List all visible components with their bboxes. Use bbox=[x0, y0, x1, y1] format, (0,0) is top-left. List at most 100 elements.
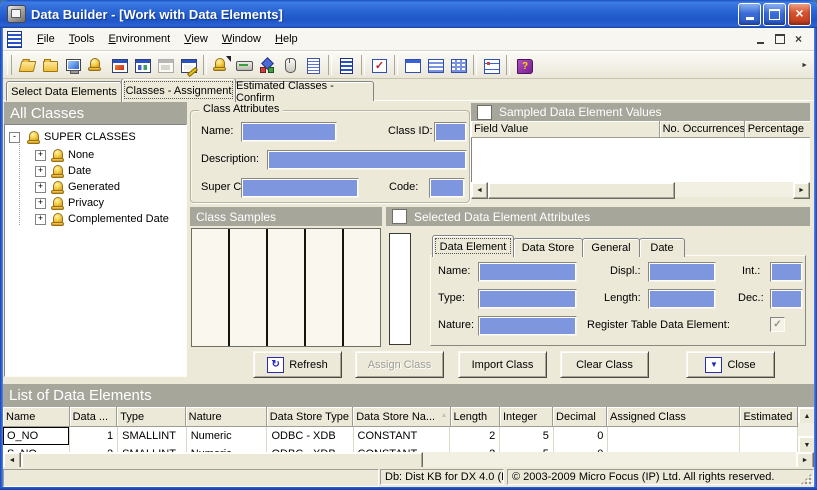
int-field[interactable] bbox=[770, 262, 803, 282]
cell-data[interactable]: 1 bbox=[70, 427, 118, 445]
column-header-name[interactable]: Name bbox=[3, 407, 70, 427]
minimize-button[interactable] bbox=[738, 3, 761, 26]
column-header-percentage[interactable]: Percentage bbox=[745, 121, 810, 138]
code-field[interactable] bbox=[429, 178, 465, 198]
mdi-restore-button[interactable] bbox=[772, 33, 787, 46]
cell-integer[interactable]: 5 bbox=[500, 445, 554, 452]
column-header-integer[interactable]: Integer bbox=[500, 407, 553, 427]
menu-item-help[interactable]: Help bbox=[268, 31, 305, 47]
mdi-minimize-button[interactable] bbox=[753, 33, 768, 46]
import-class-button[interactable]: Import Class bbox=[458, 351, 547, 378]
cell-decimal[interactable]: 0 bbox=[554, 427, 609, 445]
monitor-button[interactable] bbox=[62, 54, 85, 76]
tree-item-generated[interactable]: + Generated bbox=[35, 179, 120, 195]
subtab-general[interactable]: General bbox=[582, 238, 640, 257]
refresh-button[interactable]: ↻ Refresh bbox=[253, 351, 342, 378]
expand-icon[interactable]: + bbox=[35, 166, 46, 177]
menu-item-view[interactable]: View bbox=[177, 31, 215, 47]
subtab-date[interactable]: Date bbox=[639, 238, 685, 257]
menu-item-tools[interactable]: Tools bbox=[62, 31, 102, 47]
cell-data[interactable]: 2 bbox=[70, 445, 118, 452]
checklist-button[interactable]: ✓ bbox=[368, 54, 391, 76]
window-wand-button[interactable] bbox=[177, 54, 200, 76]
table-header-button[interactable] bbox=[401, 54, 424, 76]
expand-icon[interactable]: + bbox=[35, 182, 46, 193]
column-header-data[interactable]: Data ... bbox=[70, 407, 118, 427]
type-field[interactable] bbox=[478, 289, 577, 309]
cell-estimated[interactable] bbox=[740, 427, 798, 445]
displ-field[interactable] bbox=[648, 262, 716, 282]
cell-data-store-type[interactable]: ODBC - XDB bbox=[267, 427, 353, 445]
column-header-estimated[interactable]: Estimated bbox=[740, 407, 798, 427]
column-header-decimal[interactable]: Decimal bbox=[553, 407, 607, 427]
column-header-assigned-class[interactable]: Assigned Class bbox=[607, 407, 740, 427]
column-header-type[interactable]: Type bbox=[117, 407, 185, 427]
scroll-left-button[interactable]: ◄ bbox=[471, 182, 488, 199]
cell-type[interactable]: SMALLINT bbox=[118, 427, 187, 445]
subtab-data-element[interactable]: Data Element bbox=[432, 235, 514, 257]
tree-item-none[interactable]: + None bbox=[35, 147, 94, 163]
dec-field[interactable] bbox=[770, 289, 803, 309]
toolbar-grip[interactable] bbox=[7, 55, 12, 75]
table-grid-button[interactable] bbox=[447, 54, 470, 76]
tree-item-date[interactable]: + Date bbox=[35, 163, 91, 179]
cell-assigned-class[interactable] bbox=[608, 445, 740, 452]
super-class-field[interactable] bbox=[241, 178, 359, 198]
cell-estimated[interactable] bbox=[740, 445, 798, 452]
open-report-button[interactable] bbox=[16, 54, 39, 76]
name-field[interactable] bbox=[478, 262, 577, 282]
column-header-no-occurrences[interactable]: No. Occurrences bbox=[660, 121, 745, 138]
cell-name[interactable]: O_NO bbox=[3, 427, 70, 445]
toolbar-overflow-arrow[interactable]: ► bbox=[801, 62, 808, 69]
menu-item-environment[interactable]: Environment bbox=[101, 31, 177, 47]
list-button[interactable] bbox=[302, 54, 325, 76]
column-header-nature[interactable]: Nature bbox=[186, 407, 267, 427]
sample-column[interactable] bbox=[192, 229, 228, 346]
length-field[interactable] bbox=[648, 289, 716, 309]
subtab-data-store[interactable]: Data Store bbox=[513, 238, 583, 257]
cell-length[interactable]: 2 bbox=[450, 445, 500, 452]
tree-item-complemented-date[interactable]: + Complemented Date bbox=[35, 211, 169, 227]
menu-item-window[interactable]: Window bbox=[215, 31, 268, 47]
column-header-data-store-name[interactable]: Data Store Na...▲ bbox=[353, 407, 450, 427]
close-panel-button[interactable]: ▼ Close bbox=[686, 351, 775, 378]
register-checkbox[interactable]: ✓ bbox=[770, 317, 785, 332]
scanner-button[interactable] bbox=[233, 54, 256, 76]
cell-data-store-name[interactable]: CONSTANT bbox=[354, 427, 451, 445]
table-row-partial[interactable]: S_NO 2 SMALLINT Numeric ODBC - XDB CONST… bbox=[3, 445, 798, 452]
name-field[interactable] bbox=[241, 122, 337, 142]
tab-estimated-classes-confirm[interactable]: Estimated Classes - Confirm bbox=[235, 81, 374, 101]
sample-column[interactable] bbox=[266, 229, 304, 346]
cell-integer[interactable]: 5 bbox=[500, 427, 554, 445]
column-header-data-store-type[interactable]: Data Store Type bbox=[267, 407, 353, 427]
tab-select-data-elements[interactable]: Select Data Elements bbox=[6, 81, 122, 101]
clear-class-button[interactable]: Clear Class bbox=[560, 351, 649, 378]
tab-classes-assignment[interactable]: Classes - Assignment bbox=[121, 78, 236, 102]
expand-icon[interactable]: + bbox=[35, 150, 46, 161]
sample-column[interactable] bbox=[228, 229, 266, 346]
close-button[interactable]: × bbox=[788, 3, 811, 26]
document-icon[interactable] bbox=[7, 31, 22, 48]
resize-grip[interactable] bbox=[800, 473, 812, 485]
scroll-thumb[interactable] bbox=[488, 182, 675, 199]
scroll-right-button[interactable]: ► bbox=[793, 182, 810, 199]
bell-arrow-button[interactable] bbox=[210, 54, 233, 76]
cell-name[interactable]: S_NO bbox=[3, 445, 70, 452]
maximize-button[interactable] bbox=[763, 3, 786, 26]
cell-decimal[interactable]: 0 bbox=[554, 445, 609, 452]
menu-item-file[interactable]: File bbox=[30, 31, 62, 47]
cell-nature[interactable]: Numeric bbox=[187, 445, 268, 452]
window-red-button[interactable] bbox=[108, 54, 131, 76]
collapse-icon[interactable]: - bbox=[9, 132, 20, 143]
tree-item-privacy[interactable]: + Privacy bbox=[35, 195, 104, 211]
spray-nodes-button[interactable] bbox=[256, 54, 279, 76]
window-blocks-button[interactable] bbox=[131, 54, 154, 76]
cell-length[interactable]: 2 bbox=[450, 427, 500, 445]
table-row[interactable]: O_NO 1 SMALLINT Numeric ODBC - XDB CONST… bbox=[3, 427, 798, 446]
column-header-length[interactable]: Length bbox=[451, 407, 500, 427]
cell-type[interactable]: SMALLINT bbox=[118, 445, 187, 452]
selected-attributes-checkbox[interactable] bbox=[392, 209, 407, 224]
sample-column[interactable] bbox=[342, 229, 380, 346]
mouse-button[interactable] bbox=[279, 54, 302, 76]
cell-data-store-type[interactable]: ODBC - XDB bbox=[267, 445, 353, 452]
